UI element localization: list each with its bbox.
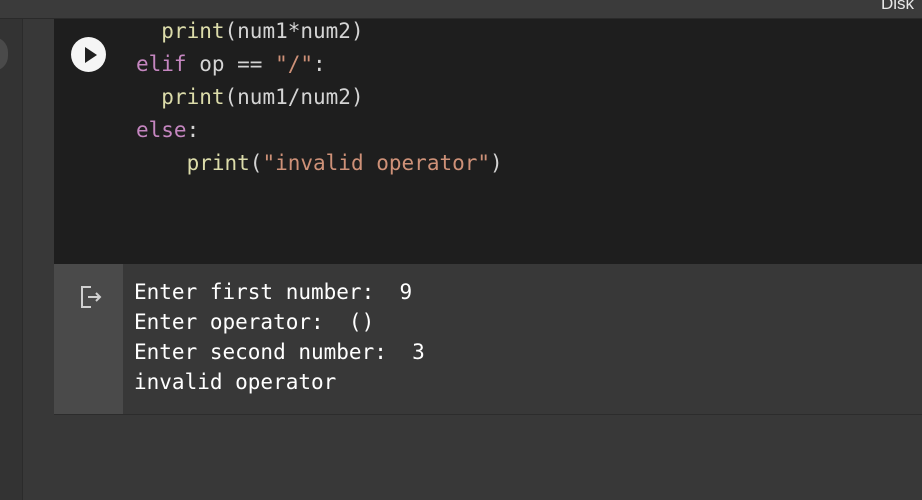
rail-tab[interactable] (0, 37, 8, 71)
code-token: "/" (275, 52, 314, 76)
code-line: else: (136, 115, 199, 145)
code-token: print (186, 151, 250, 175)
cell-divider (54, 414, 922, 415)
code-line: print("invalid operator") (136, 148, 503, 178)
play-icon (84, 46, 97, 63)
code-token: else (136, 118, 187, 142)
output-line: Enter first number: 9 (134, 280, 413, 304)
code-token: print (161, 85, 225, 109)
code-token: ( (249, 151, 263, 175)
run-cell-button[interactable] (71, 37, 106, 72)
code-token: elif (136, 52, 187, 76)
code-token: : (313, 52, 326, 76)
code-token: (num1/num2) (224, 85, 364, 109)
code-token: op == (186, 52, 276, 76)
code-editor[interactable]: print(num1*num2) elif op == "/": print(nu… (123, 19, 922, 264)
code-line: print(num1/num2) (136, 82, 364, 112)
code-token: print (161, 19, 225, 43)
cell-output: Enter first number: 9 Enter operator: () E… (123, 264, 922, 414)
code-token: "invalid operator" (262, 151, 491, 175)
output-line: invalid operator (134, 370, 337, 394)
disk-label[interactable]: Disk (881, 0, 914, 14)
left-rail (0, 19, 23, 500)
code-token: (num1*num2) (224, 19, 364, 43)
output-line: Enter second number: 3 (134, 340, 425, 364)
code-token: ) (490, 151, 503, 175)
code-token: : (186, 118, 200, 142)
output-line: Enter operator: () (134, 310, 375, 334)
code-line: print(num1*num2) (136, 16, 364, 46)
output-clear-icon[interactable] (78, 284, 104, 310)
code-line: elif op == "/": (136, 49, 326, 79)
